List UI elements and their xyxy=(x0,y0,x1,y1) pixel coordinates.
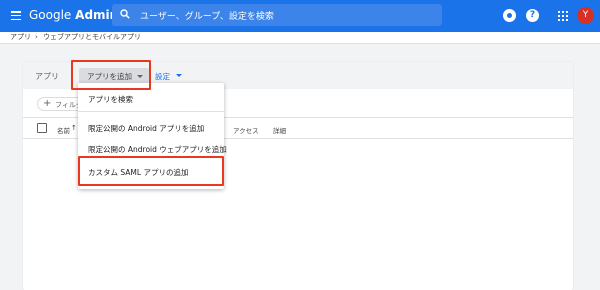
search-box[interactable]: ユーザー、グループ、設定を検索 xyxy=(112,4,442,26)
plus-icon: + xyxy=(43,98,52,109)
top-app-bar: Google Admin ユーザー、グループ、設定を検索 ? Y xyxy=(0,0,600,32)
settings-menu-button[interactable]: 設定 xyxy=(155,71,170,82)
help-icon[interactable]: ? xyxy=(526,9,539,22)
brand-google: Google xyxy=(29,8,72,22)
column-access[interactable]: アクセス xyxy=(233,125,259,135)
breadcrumb: アプリ › ウェブアプリとモバイルアプリ xyxy=(0,32,600,44)
hamburger-menu-icon[interactable] xyxy=(11,11,21,21)
column-name[interactable]: 名前 xyxy=(57,125,70,135)
notification-dot xyxy=(507,13,512,18)
menu-item-add-private-android-web-app[interactable]: 限定公開の Android ウェブアプリを追加 xyxy=(78,144,227,155)
apps-section-label: アプリ xyxy=(35,72,59,81)
column-details[interactable]: 詳細 xyxy=(273,125,286,135)
menu-item-search-apps[interactable]: アプリを検索 xyxy=(78,94,224,105)
avatar[interactable]: Y xyxy=(577,7,594,24)
notifications-icon[interactable] xyxy=(503,9,516,22)
settings-chevron-down-icon xyxy=(176,74,182,77)
breadcrumb-current: ウェブアプリとモバイルアプリ xyxy=(43,33,141,41)
select-all-checkbox[interactable] xyxy=(37,123,47,133)
product-logo[interactable]: Google Admin xyxy=(29,8,118,22)
menu-item-add-private-android-app[interactable]: 限定公開の Android アプリを追加 xyxy=(78,123,224,134)
sort-arrow-icon: ↑ xyxy=(71,124,77,132)
highlight-custom-saml-item xyxy=(78,156,224,186)
help-glyph: ? xyxy=(529,10,536,20)
menu-divider xyxy=(78,111,224,112)
breadcrumb-root[interactable]: アプリ xyxy=(10,32,31,43)
search-icon xyxy=(120,9,130,19)
search-input[interactable]: ユーザー、グループ、設定を検索 xyxy=(140,9,274,22)
breadcrumb-separator: › xyxy=(35,33,38,41)
highlight-add-app-button xyxy=(71,60,151,90)
google-apps-icon[interactable] xyxy=(558,11,568,21)
settings-label: 設定 xyxy=(155,72,170,81)
